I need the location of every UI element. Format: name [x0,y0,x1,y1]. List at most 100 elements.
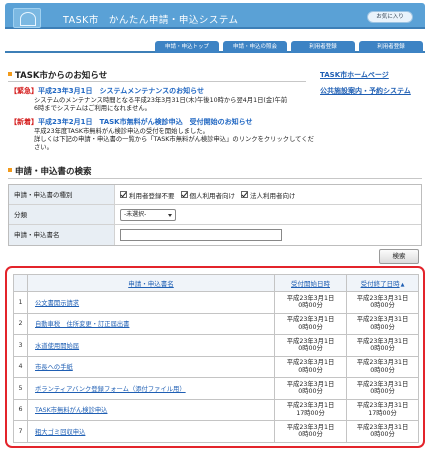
end-date: 平成23年3月31日 [356,316,409,324]
form-row-category: 分類 -未選択- [9,205,421,225]
application-link[interactable]: 自動車税 住所変更・訂正届出書 [27,312,275,335]
end-time: 0時00分 [370,388,395,396]
checkbox-box[interactable] [241,191,248,198]
end-datetime: 平成23年3月31日 0時00分 [346,420,419,443]
form-label: 申請・申込書の種別 [9,185,115,204]
col-header-start[interactable]: 受付開始日時 [274,274,347,292]
notice-heading-text: 平成23年3月1日 システムメンテナンスのお知らせ [38,87,204,95]
end-datetime: 平成23年3月31日 0時00分 [346,291,419,314]
tab-application-top[interactable]: 申請・申込トップ [155,41,219,53]
notice-body-line: 6時までシステムはご利用になれません。 [34,105,151,112]
link-city-homepage[interactable]: TASK市ホームページ [320,70,389,80]
notice-tag: 【緊急】 [10,87,38,95]
start-time: 0時00分 [298,431,323,439]
notice-item: 【緊急】平成23年3月1日 システムメンテナンスのお知らせ システムのメンテナン… [10,86,310,113]
row-number: 3 [13,334,28,357]
col-header-name[interactable]: 申請・申込書名 [27,274,275,292]
notice-body-line: さい。 [34,144,53,151]
application-link[interactable]: ボランティアバンク登録フォーム（添付ファイル用） [27,377,275,400]
form-cell: 利用者登録不要 個人利用者向け 法人利用者向け [115,185,421,204]
results-table: 申請・申込書名 受付開始日時 受付終了日時▲ 1 公文書開示請求 平成23年3月1日… [13,274,419,443]
end-time: 0時00分 [370,366,395,374]
results-panel: 申請・申込書名 受付開始日時 受付終了日時▲ 1 公文書開示請求 平成23年3月1日… [5,266,425,448]
start-time: 0時00分 [298,323,323,331]
start-time: 17時00分 [296,409,325,417]
notice-heading-text: 平成23年2月1日 TASK市無料がん検診申込 受付開始のお知らせ [38,118,253,126]
form-cell [115,225,421,245]
end-time: 0時00分 [370,302,395,310]
row-number: 4 [13,355,28,378]
end-date: 平成23年3月31日 [356,359,409,367]
table-row: 3 水道使用開始届 平成23年3月1日 0時00分 平成23年3月31日 0時00分 [13,334,419,357]
checkbox-label: 個人利用者向け [189,191,236,200]
notice-body-line: 平成23年度TASK市無料がん検診申込の受付を開始しました。 [34,128,209,135]
end-datetime: 平成23年3月31日 0時00分 [346,334,419,357]
col-header-end-label: 受付終了日時 [360,280,400,288]
application-link[interactable]: 市長への手紙 [27,355,275,378]
table-header-row: 申請・申込書名 受付開始日時 受付終了日時▲ [13,274,419,292]
start-time: 0時00分 [298,366,323,374]
application-link[interactable]: TASK市無料がん検診申込 [27,398,275,421]
row-number: 1 [13,291,28,314]
search-button[interactable]: 検索 [379,249,419,264]
form-label: 分類 [9,205,115,224]
table-row: 7 粗大ゴミ回収申込 平成23年3月1日 0時00分 平成23年3月31日 0時00分 [13,420,419,443]
end-datetime: 平成23年3月31日 17時00分 [346,398,419,421]
table-row: 2 自動車税 住所変更・訂正届出書 平成23年3月1日 0時00分 平成23年3月31日… [13,312,419,335]
table-row: 5 ボランティアバンク登録フォーム（添付ファイル用） 平成23年3月1日 0時00分平… [13,377,419,400]
link-facility-reservation[interactable]: 公共施設案内・予約システム [320,86,411,96]
category-select[interactable]: -未選択- [120,208,176,221]
tab-user-registration[interactable]: 利用者登録 [291,41,355,53]
end-time: 0時00分 [370,345,395,353]
start-datetime: 平成23年3月1日 0時00分 [274,420,347,443]
tab-application-inquiry[interactable]: 申請・申込の照会 [223,41,287,53]
application-name-input[interactable] [120,229,282,241]
start-datetime: 平成23年3月1日 17時00分 [274,398,347,421]
table-row: 6 TASK市無料がん検診申込 平成23年3月1日 17時00分 平成23年3月31日 1… [13,398,419,421]
checkbox-label: 利用者登録不要 [129,191,175,200]
start-datetime: 平成23年3月1日 0時00分 [274,377,347,400]
end-datetime: 平成23年3月31日 0時00分 [346,355,419,378]
row-number: 7 [13,420,28,443]
notices-title: TASK市からのお知らせ [8,69,107,81]
notice-body: システムのメンテナンス時間となる平成23年3月31日(木)午後10時から翌4月1… [10,97,310,113]
col-header-end[interactable]: 受付終了日時▲ [346,274,419,292]
notice-heading: 【新着】平成23年2月1日 TASK市無料がん検診申込 受付開始のお知らせ [10,117,310,127]
end-date: 平成23年3月31日 [356,402,409,410]
start-datetime: 平成23年3月1日 0時00分 [274,355,347,378]
checkbox-box[interactable] [180,191,188,198]
checkbox-no-registration[interactable]: 利用者登録不要 [120,190,175,200]
notice-heading: 【緊急】平成23年3月1日 システムメンテナンスのお知らせ [10,86,310,96]
checkbox-box[interactable] [120,191,127,198]
form-cell: -未選択- [115,205,421,224]
start-time: 0時00分 [298,302,323,310]
start-time: 0時00分 [298,345,323,353]
form-row-name: 申請・申込書名 [9,225,421,245]
favorites-button[interactable]: お気に入り [367,11,413,23]
end-datetime: 平成23年3月31日 0時00分 [346,377,419,400]
notice-body-line: システムのメンテナンス時間となる平成23年3月31日(木)午後10時から翌4月1… [34,97,288,104]
city-logo-icon [13,8,41,28]
checkbox-corporate[interactable]: 法人利用者向け [241,190,296,200]
table-row: 1 公文書開示請求 平成23年3月1日 0時00分 平成23年3月31日 0時00分 [13,291,419,314]
checkbox-individual[interactable]: 個人利用者向け [180,190,236,200]
form-label: 申請・申込書名 [9,225,115,245]
notice-body: 平成23年度TASK市無料がん検診申込の受付を開始しました。 詳しくは下記の申請… [10,128,314,152]
search-title: 申請・申込書の検索 [8,165,92,177]
site-header: TASK市 かんたん申請・申込システム お気に入り 申請・申込トップ 申請・申込… [0,0,430,60]
start-time: 0時00分 [298,388,323,396]
start-datetime: 平成23年3月1日 0時00分 [274,334,347,357]
application-link[interactable]: 公文書開示請求 [27,291,275,314]
notice-body-line: 詳しくは下記の申請・申込書の一覧から「TASK市無料がん検診申込」のリンクをクリ… [34,136,314,143]
end-time: 0時00分 [370,323,395,331]
application-link[interactable]: 水道使用開始届 [27,334,275,357]
header-band: TASK市 かんたん申請・申込システム お気に入り [5,3,425,29]
end-time: 17時00分 [368,409,397,417]
row-number: 2 [13,312,28,335]
end-time: 0時00分 [370,431,395,439]
notice-item: 【新着】平成23年2月1日 TASK市無料がん検診申込 受付開始のお知らせ 平成… [10,117,314,152]
application-link[interactable]: 粗大ゴミ回収申込 [27,420,275,443]
search-divider [8,178,422,179]
sort-ascending-icon: ▲ [400,282,405,288]
tab-user-registration-2[interactable]: 利用者登録 [359,41,423,53]
